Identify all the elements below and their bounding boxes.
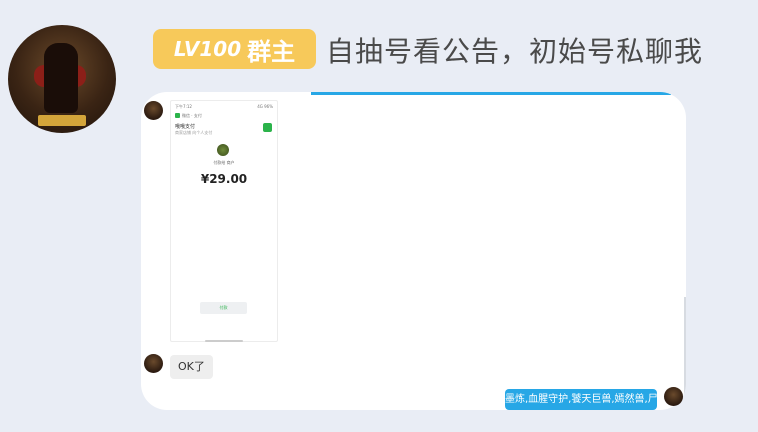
level-role-badge: LV100 群主 xyxy=(153,29,316,69)
merchant-avatar xyxy=(217,144,229,156)
shop-label: 付款给 商户 xyxy=(213,160,235,165)
level-badge: LV100 xyxy=(173,37,242,61)
sender-avatar[interactable] xyxy=(144,101,163,120)
message-bubble-incoming[interactable]: OK了 xyxy=(170,355,213,379)
status-signal: 4G 96% xyxy=(257,104,273,109)
wechat-icon xyxy=(175,113,180,118)
status-time: 下午7:12 xyxy=(175,104,192,109)
avatar-figure xyxy=(44,43,78,113)
home-indicator xyxy=(205,340,243,342)
chat-top-accent xyxy=(311,92,671,95)
sender-avatar[interactable] xyxy=(144,354,163,373)
payment-screenshot-image[interactable]: 下午7:12 4G 96% 微信 · 支付 哦哦支付 商家店铺 向个人支付 付款… xyxy=(170,100,278,342)
payment-amount: ¥29.00 xyxy=(200,172,248,186)
chat-icon xyxy=(263,123,272,132)
self-avatar[interactable] xyxy=(664,387,683,406)
group-owner-avatar[interactable] xyxy=(8,25,116,133)
chat-scrollbar[interactable] xyxy=(684,297,686,397)
role-badge: 群主 xyxy=(247,37,296,66)
screenshot-breadcrumb: 微信 · 支付 xyxy=(182,113,202,118)
merchant-desc: 商家店铺 向个人支付 xyxy=(175,130,213,135)
merchant-name: 哦哦支付 xyxy=(175,124,196,130)
announcement-title: 自抽号看公告，初始号私聊我 xyxy=(326,35,704,68)
message-bubble-outgoing[interactable]: 墨炼,血腥守护,饕天巨兽,嫣然兽,尸王 xyxy=(505,389,657,410)
pay-button: 付款 xyxy=(200,302,247,314)
avatar-nameplate xyxy=(38,115,86,126)
